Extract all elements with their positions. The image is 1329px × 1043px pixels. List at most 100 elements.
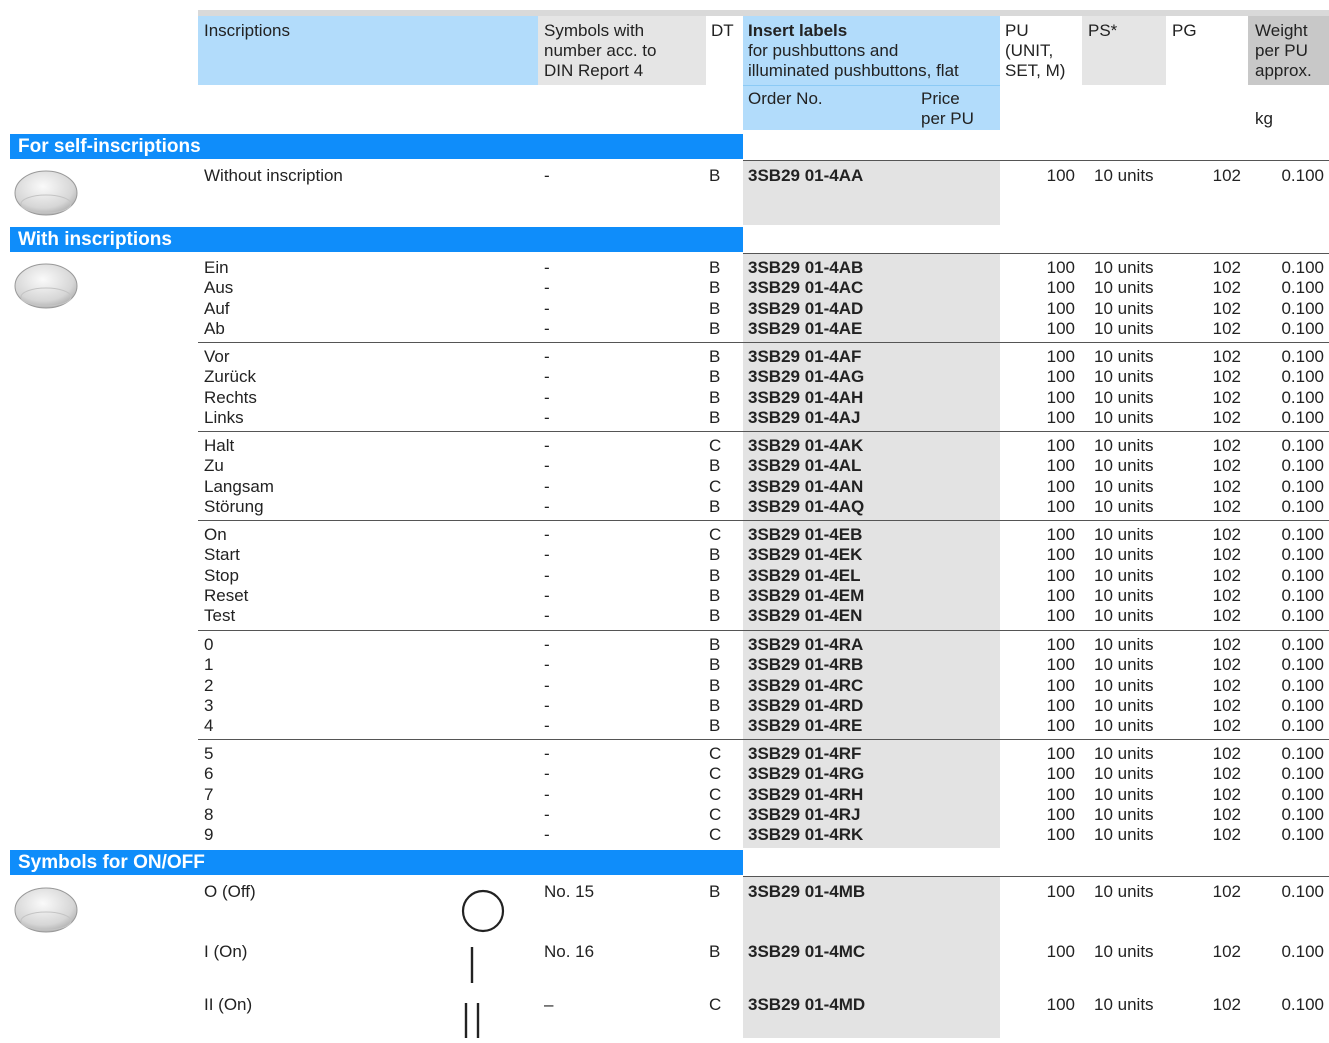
weight-value: 0.100 (1281, 278, 1324, 298)
pg-value: 102 (1212, 496, 1241, 516)
pg-value: 102 (1212, 695, 1241, 715)
symbol-number: - (544, 298, 550, 318)
order-number: 3SB29 01-4EK (748, 545, 863, 565)
dt-code: B (709, 606, 721, 626)
order-number: 3SB29 01-4RK (748, 825, 864, 845)
order-number: 3SB29 01-4AQ (748, 496, 865, 516)
symbol-number: - (544, 695, 550, 715)
ps-value: 10 units (1094, 347, 1154, 366)
order-number: 3SB29 01-4EL (748, 565, 861, 585)
table-row: Without inscription - B 3SB29 01-4AA 100… (0, 166, 1329, 186)
inscription: 2 (204, 675, 214, 695)
pg-value: 102 (1212, 318, 1241, 338)
table-row: Vor - B 3SB29 01-4AF 100 10 units 102 0.100 (0, 347, 1329, 367)
pu-value: 100 (1046, 407, 1075, 427)
ps-value: 10 units (1094, 545, 1154, 565)
weight-value: 0.100 (1281, 298, 1324, 318)
ps-value: 10 units (1094, 298, 1154, 318)
inscription: 7 (204, 784, 214, 804)
pu-value: 100 (1046, 456, 1075, 476)
pu-value: 100 (1046, 695, 1075, 715)
header-weight-line2: per PU (1255, 41, 1308, 60)
inscription: Auf (204, 298, 230, 318)
dt-code: C (709, 436, 722, 455)
pu-value: 100 (1046, 258, 1075, 277)
header-pu-line2: (UNIT, (1005, 41, 1054, 60)
table-row: 8 - C 3SB29 01-4RJ 100 10 units 102 0.100 (0, 805, 1329, 825)
inscription: Rechts (204, 387, 257, 407)
header-pu-line1: PU (1005, 21, 1029, 40)
inscription: Reset (204, 585, 249, 605)
group-divider (999, 342, 1329, 343)
pu-value: 100 (1046, 882, 1075, 901)
group-divider (198, 342, 999, 343)
pg-value: 102 (1212, 407, 1241, 427)
order-number: 3SB29 01-4RD (748, 695, 864, 715)
symbol-number: - (544, 585, 550, 605)
order-number: 3SB29 01-4AA (748, 166, 864, 185)
pg-value: 102 (1212, 675, 1241, 695)
weight-value: 0.100 (1281, 995, 1324, 1014)
header-price: Price per PU (921, 89, 974, 129)
header-pu-line3: SET, M) (1005, 61, 1066, 80)
ps-value: 10 units (1094, 278, 1154, 298)
weight-value: 0.100 (1281, 565, 1324, 585)
weight-value: 0.100 (1281, 318, 1324, 338)
order-number: 3SB29 01-4MD (748, 995, 866, 1014)
ps-value: 10 units (1094, 525, 1154, 544)
header-weight-line1: Weight (1255, 21, 1308, 40)
order-number: 3SB29 01-4RH (748, 784, 864, 804)
pu-value: 100 (1046, 825, 1075, 845)
table-row: On - C 3SB29 01-4EB 100 10 units 102 0.100 (0, 525, 1329, 545)
dt-code: B (709, 347, 721, 366)
weight-value: 0.100 (1281, 675, 1324, 695)
inscription: I (On) (204, 942, 248, 961)
ps-value: 10 units (1094, 476, 1154, 496)
pu-value: 100 (1046, 744, 1075, 763)
ps-value: 10 units (1094, 166, 1154, 185)
group-divider (198, 520, 999, 521)
symbol-number: No. 16 (544, 942, 595, 961)
pu-value: 100 (1046, 606, 1075, 626)
weight-value: 0.100 (1281, 695, 1324, 715)
inscription: Stop (204, 565, 239, 585)
table-row: Reset - B 3SB29 01-4EM 100 10 units 102 0.100 (0, 586, 1329, 606)
pg-value: 102 (1212, 166, 1241, 185)
weight-value: 0.100 (1281, 942, 1324, 961)
inscription: Zurück (204, 367, 256, 387)
header-pu: PU (UNIT, SET, M) (1005, 21, 1065, 81)
symbol-number: - (544, 347, 550, 366)
header-insert-sub2: illuminated pushbuttons, flat (748, 61, 959, 80)
dt-code: C (709, 825, 722, 845)
order-number: 3SB29 01-4RE (748, 716, 863, 736)
table-row: Auf - B 3SB29 01-4AD 100 10 units 102 0.100 (0, 299, 1329, 319)
table-row: 4 - B 3SB29 01-4RE 100 10 units 102 0.100 (0, 716, 1329, 736)
symbol-number: - (544, 716, 550, 736)
symbol-number: - (544, 825, 550, 845)
pg-value: 102 (1212, 258, 1241, 277)
weight-value: 0.100 (1281, 825, 1324, 845)
ps-value: 10 units (1094, 456, 1154, 476)
dt-code: B (709, 635, 721, 654)
ps-value: 10 units (1094, 942, 1154, 961)
table-row: II (On) – C 3SB29 01-4MD 100 10 units 102 0.100 (0, 995, 1329, 1015)
header-weight-line3: approx. (1255, 61, 1312, 80)
header-price-line1: Price (921, 89, 960, 108)
header-weight: Weight per PU approx. (1255, 21, 1312, 81)
dt-code: C (709, 784, 722, 804)
inscription: Halt (204, 436, 235, 455)
dt-code: B (709, 258, 721, 277)
order-number: 3SB29 01-4AE (748, 318, 863, 338)
order-number: 3SB29 01-4AF (748, 347, 862, 366)
table-row: Ab - B 3SB29 01-4AE 100 10 units 102 0.100 (0, 319, 1329, 339)
pg-value: 102 (1212, 367, 1241, 387)
header-ps: PS* (1088, 21, 1118, 40)
weight-value: 0.100 (1281, 258, 1324, 277)
header-insert-sub1: for pushbuttons and (748, 41, 899, 60)
pg-value: 102 (1212, 436, 1241, 455)
ps-value: 10 units (1094, 367, 1154, 387)
inscription: II (On) (204, 995, 253, 1014)
pu-value: 100 (1046, 525, 1075, 544)
dt-code: C (709, 804, 722, 824)
dt-code: B (709, 695, 721, 715)
